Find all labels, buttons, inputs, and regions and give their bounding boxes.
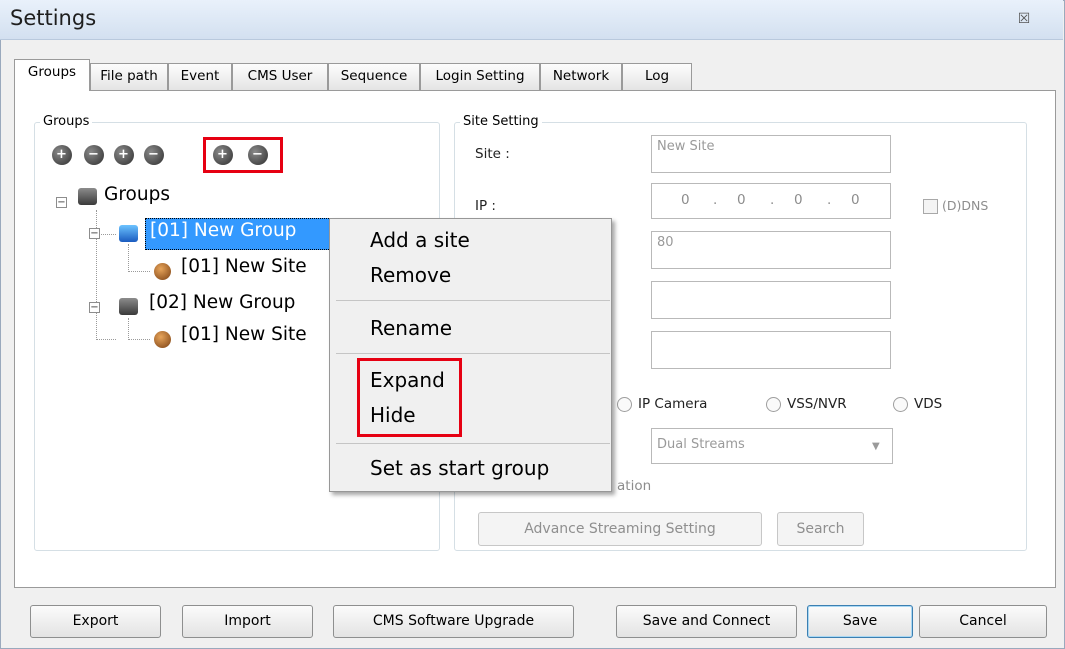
password-field[interactable] <box>651 331 891 369</box>
ip-octet-2: 0 <box>737 192 746 208</box>
export-button[interactable]: Export <box>30 605 161 638</box>
tree-group-2-label[interactable]: [02] New Group <box>149 292 295 313</box>
menu-item-hide[interactable]: Hide <box>370 403 416 427</box>
window-title: Settings <box>10 6 97 30</box>
groups-legend: Groups <box>40 114 93 129</box>
import-button[interactable]: Import <box>182 605 313 638</box>
tab-cms-user[interactable]: CMS User <box>232 63 328 90</box>
tree-line <box>128 339 150 340</box>
stream-select[interactable]: Dual Streams <box>651 428 893 464</box>
close-icon[interactable]: ☒ <box>1010 8 1038 30</box>
vds-radio[interactable] <box>893 397 908 412</box>
groups-root-icon <box>78 188 97 205</box>
group-icon <box>119 225 138 242</box>
ip-octet-3: 0 <box>794 192 803 208</box>
menu-item-expand[interactable]: Expand <box>370 368 445 392</box>
site-icon <box>154 331 171 348</box>
tab-sequence[interactable]: Sequence <box>328 63 420 90</box>
chevron-down-icon: ▼ <box>872 441 880 452</box>
tab-event[interactable]: Event <box>168 63 232 90</box>
ip-camera-label: IP Camera <box>638 396 708 412</box>
menu-item-set-as-start-group[interactable]: Set as start group <box>370 456 549 480</box>
ddns-checkbox[interactable] <box>923 199 938 214</box>
vss-nvr-radio[interactable] <box>766 397 781 412</box>
collapse-all-icon[interactable]: − <box>248 145 268 165</box>
site-label: Site : <box>475 146 510 162</box>
menu-separator <box>336 443 610 444</box>
tree-line <box>96 339 116 340</box>
tab-network[interactable]: Network <box>540 63 622 90</box>
vds-label: VDS <box>914 396 943 412</box>
tab-file-path[interactable]: File path <box>90 63 168 90</box>
tree-group-1-label[interactable]: [01] New Group <box>145 218 335 250</box>
tab-log[interactable]: Log <box>622 63 692 90</box>
title-bar[interactable] <box>0 0 1063 40</box>
tree-root-label[interactable]: Groups <box>104 184 170 205</box>
username-field[interactable] <box>651 281 891 319</box>
save-and-connect-button[interactable]: Save and Connect <box>616 605 797 638</box>
context-menu <box>329 218 612 492</box>
remove-site-icon[interactable]: − <box>144 145 164 165</box>
add-group-icon[interactable]: + <box>52 145 72 165</box>
tree-group-2-site-1[interactable]: [01] New Site <box>181 324 307 345</box>
add-site-icon[interactable]: + <box>114 145 134 165</box>
save-button[interactable]: Save <box>807 605 913 638</box>
search-button[interactable]: Search <box>777 512 864 546</box>
vss-nvr-label: VSS/NVR <box>787 396 847 412</box>
group-collapse-icon[interactable]: − <box>89 228 100 239</box>
site-setting-legend: Site Setting <box>460 114 542 129</box>
menu-item-rename[interactable]: Rename <box>370 316 452 340</box>
root-collapse-icon[interactable]: − <box>56 197 67 208</box>
group-collapse-icon[interactable]: − <box>89 302 100 313</box>
cms-software-upgrade-button[interactable]: CMS Software Upgrade <box>333 605 574 638</box>
tree-line <box>128 271 150 272</box>
tree-group-1-site-1[interactable]: [01] New Site <box>181 256 307 277</box>
menu-item-add-a-site[interactable]: Add a site <box>370 228 470 252</box>
ip-label: IP : <box>475 198 496 214</box>
menu-separator <box>336 300 610 301</box>
ip-dot: . <box>827 192 832 208</box>
ip-camera-radio[interactable] <box>617 397 632 412</box>
tab-login-setting[interactable]: Login Setting <box>420 63 540 90</box>
ip-octet-1: 0 <box>681 192 690 208</box>
ip-octet-4: 0 <box>851 192 860 208</box>
menu-separator <box>336 353 610 354</box>
ip-dot: . <box>770 192 775 208</box>
remove-group-icon[interactable]: − <box>84 145 104 165</box>
tab-groups[interactable]: Groups <box>14 59 90 91</box>
tree-line <box>128 244 129 272</box>
tree-line <box>128 318 129 340</box>
checkbox-label: ation <box>617 478 652 494</box>
site-name-field[interactable]: New Site <box>651 135 891 173</box>
ip-dot: . <box>713 192 718 208</box>
group-icon <box>119 298 138 315</box>
advance-streaming-button[interactable]: Advance Streaming Setting <box>478 512 762 546</box>
ddns-label: (D)DNS <box>942 198 989 213</box>
expand-all-icon[interactable]: + <box>213 145 233 165</box>
cancel-button[interactable]: Cancel <box>919 605 1047 638</box>
site-icon <box>154 263 171 280</box>
port-field[interactable]: 80 <box>651 231 891 269</box>
menu-item-remove[interactable]: Remove <box>370 263 451 287</box>
